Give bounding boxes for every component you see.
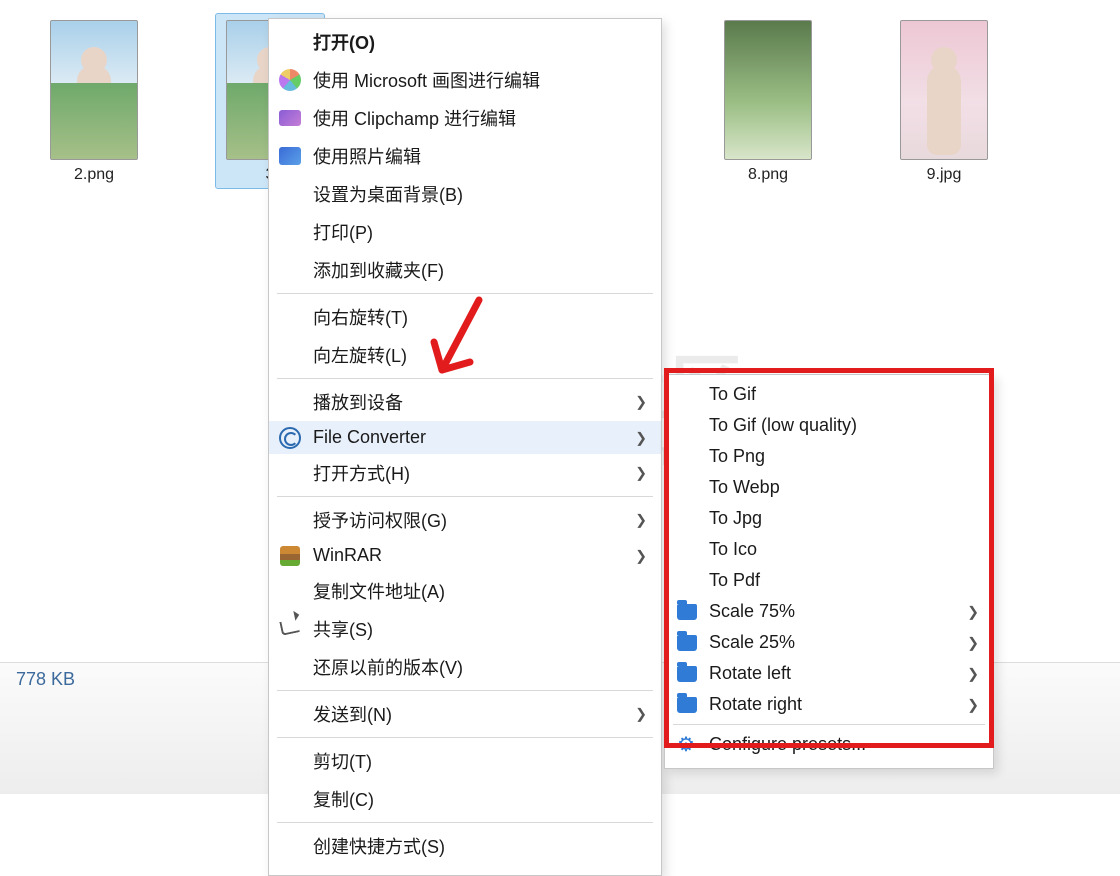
file-label: 8.png xyxy=(748,166,788,184)
menu-paint-edit[interactable]: 使用 Microsoft 画图进行编辑 xyxy=(269,61,661,99)
menu-send-to[interactable]: 发送到(N)❯ xyxy=(269,695,661,733)
file-thumbnail xyxy=(724,20,812,160)
winrar-icon xyxy=(279,545,301,567)
menu-add-favorite[interactable]: 添加到收藏夹(F) xyxy=(269,251,661,289)
paint-icon xyxy=(279,69,301,91)
chevron-right-icon: ❯ xyxy=(635,706,647,723)
menu-share[interactable]: 共享(S) xyxy=(269,610,661,648)
submenu-scale-75[interactable]: Scale 75%❯ xyxy=(665,596,993,627)
file-converter-icon xyxy=(279,427,301,449)
menu-separator xyxy=(277,737,653,738)
menu-copy-path[interactable]: 复制文件地址(A) xyxy=(269,572,661,610)
menu-separator xyxy=(277,378,653,379)
menu-winrar[interactable]: WinRAR❯ xyxy=(269,539,661,572)
menu-copy[interactable]: 复制(C) xyxy=(269,780,661,818)
menu-create-shortcut[interactable]: 创建快捷方式(S) xyxy=(269,827,661,865)
chevron-right-icon: ❯ xyxy=(967,634,979,651)
folder-icon xyxy=(677,666,697,682)
menu-clipchamp-edit[interactable]: 使用 Clipchamp 进行编辑 xyxy=(269,99,661,137)
submenu-scale-25[interactable]: Scale 25%❯ xyxy=(665,627,993,658)
menu-rotate-right[interactable]: 向右旋转(T) xyxy=(269,298,661,336)
menu-separator xyxy=(277,293,653,294)
context-menu: 打开(O) 使用 Microsoft 画图进行编辑 使用 Clipchamp 进… xyxy=(268,18,662,876)
chevron-right-icon: ❯ xyxy=(635,394,647,411)
menu-print[interactable]: 打印(P) xyxy=(269,213,661,251)
gear-icon: ⚙ xyxy=(675,734,697,756)
chevron-right-icon: ❯ xyxy=(967,603,979,620)
menu-open[interactable]: 打开(O) xyxy=(269,23,661,61)
menu-separator xyxy=(673,724,985,725)
folder-icon xyxy=(677,635,697,651)
menu-cast-to-device[interactable]: 播放到设备❯ xyxy=(269,383,661,421)
menu-set-wallpaper[interactable]: 设置为桌面背景(B) xyxy=(269,175,661,213)
menu-file-converter[interactable]: File Converter❯ xyxy=(269,421,661,454)
submenu-to-gif[interactable]: To Gif xyxy=(665,379,993,410)
menu-rotate-left[interactable]: 向左旋转(L) xyxy=(269,336,661,374)
share-icon xyxy=(279,618,301,640)
menu-restore-versions[interactable]: 还原以前的版本(V) xyxy=(269,648,661,686)
photos-icon xyxy=(279,145,301,167)
submenu-rotate-right[interactable]: Rotate right❯ xyxy=(665,689,993,720)
menu-separator xyxy=(277,690,653,691)
menu-separator xyxy=(277,822,653,823)
file-item[interactable]: 8.png xyxy=(714,14,822,188)
submenu-to-gif-low[interactable]: To Gif (low quality) xyxy=(665,410,993,441)
file-label: 9.jpg xyxy=(927,166,962,184)
menu-cut[interactable]: 剪切(T) xyxy=(269,742,661,780)
submenu-to-pdf[interactable]: To Pdf xyxy=(665,565,993,596)
status-size: 778 KB xyxy=(16,669,75,689)
file-item[interactable]: 9.jpg xyxy=(890,14,998,188)
menu-separator xyxy=(277,496,653,497)
menu-open-with[interactable]: 打开方式(H)❯ xyxy=(269,454,661,492)
chevron-right-icon: ❯ xyxy=(635,547,647,564)
chevron-right-icon: ❯ xyxy=(967,665,979,682)
folder-icon xyxy=(677,604,697,620)
file-thumbnail xyxy=(900,20,988,160)
submenu-to-jpg[interactable]: To Jpg xyxy=(665,503,993,534)
submenu-to-png[interactable]: To Png xyxy=(665,441,993,472)
menu-grant-access[interactable]: 授予访问权限(G)❯ xyxy=(269,501,661,539)
file-thumbnail xyxy=(50,20,138,160)
clipchamp-icon xyxy=(279,107,301,129)
file-item[interactable]: 2.png xyxy=(40,14,148,188)
file-label: 2.png xyxy=(74,166,114,184)
chevron-right-icon: ❯ xyxy=(635,429,647,446)
chevron-right-icon: ❯ xyxy=(967,696,979,713)
chevron-right-icon: ❯ xyxy=(635,512,647,529)
submenu-configure-presets[interactable]: ⚙ Configure presets... xyxy=(665,729,993,760)
file-converter-submenu: To Gif To Gif (low quality) To Png To We… xyxy=(664,374,994,769)
submenu-to-ico[interactable]: To Ico xyxy=(665,534,993,565)
submenu-to-webp[interactable]: To Webp xyxy=(665,472,993,503)
chevron-right-icon: ❯ xyxy=(635,465,647,482)
folder-icon xyxy=(677,697,697,713)
submenu-rotate-left[interactable]: Rotate left❯ xyxy=(665,658,993,689)
menu-photo-edit[interactable]: 使用照片编辑 xyxy=(269,137,661,175)
